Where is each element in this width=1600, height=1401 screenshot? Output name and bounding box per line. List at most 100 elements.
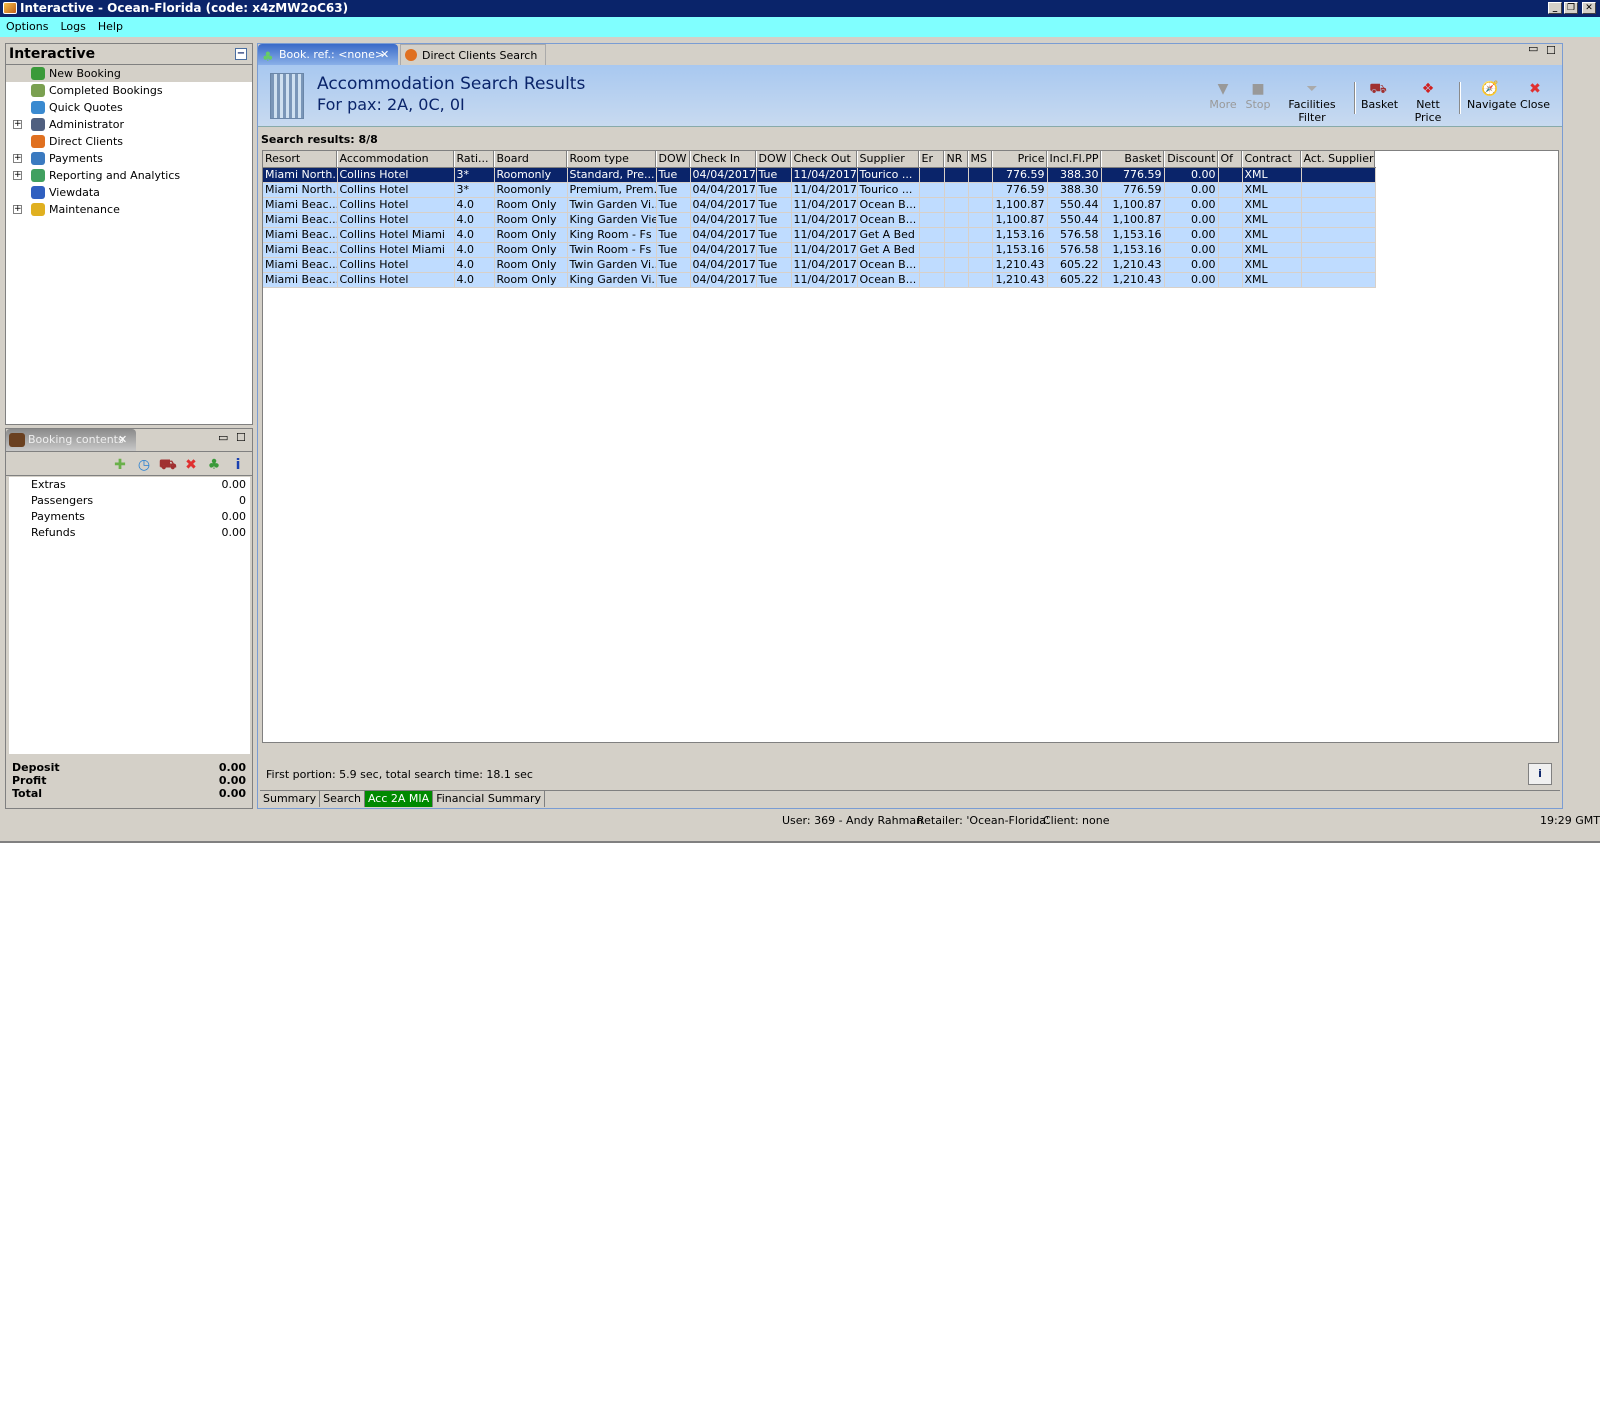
table-cell: Twin Room - Fs xyxy=(567,242,657,258)
column-header[interactable]: Board xyxy=(494,151,568,168)
column-header[interactable]: Price xyxy=(992,151,1048,168)
table-cell: Miami North... xyxy=(263,182,338,198)
nav-item-label: Direct Clients xyxy=(49,135,124,148)
table-cell xyxy=(919,227,945,243)
expand-icon[interactable]: + xyxy=(13,205,22,214)
column-header[interactable]: DOW xyxy=(756,151,792,168)
minimize-panel-icon[interactable]: ▭ xyxy=(218,431,228,444)
column-header[interactable]: Resort xyxy=(263,151,338,168)
delete-icon[interactable]: ✖ xyxy=(183,457,199,473)
column-header[interactable]: NR xyxy=(944,151,969,168)
nav-item-reporting-and-analytics[interactable]: + Reporting and Analytics xyxy=(6,167,252,184)
menu-options[interactable]: Options xyxy=(0,17,54,37)
table-cell: King Room - Fs xyxy=(567,227,657,243)
expand-icon[interactable]: + xyxy=(13,120,22,129)
palm-icon[interactable]: ♣ xyxy=(206,457,222,473)
column-header[interactable]: Rati... xyxy=(454,151,495,168)
table-cell: Collins Hotel xyxy=(337,197,455,213)
table-row[interactable]: Miami Beac... Collins Hotel 4.0 Room Only Ki… xyxy=(263,272,1376,288)
facilities-filter-button[interactable]: ⏷ Facilities Filter xyxy=(1277,80,1347,124)
close-tab-icon[interactable]: ✕ xyxy=(380,44,389,65)
search-results-panel: ♣ Book. ref.: <none> ✕ Direct Clients Se… xyxy=(257,42,1563,809)
bottom-tab-summary[interactable]: Summary xyxy=(260,791,321,807)
table-cell: 1,100.87 xyxy=(992,197,1048,213)
column-header[interactable]: MS xyxy=(968,151,993,168)
navigate-button[interactable]: 🧭 Navigate xyxy=(1467,80,1516,120)
clock-icon[interactable]: ◷ xyxy=(136,457,152,473)
column-header[interactable]: Room type xyxy=(567,151,657,168)
navigation-title: Interactive xyxy=(9,46,96,62)
table-cell: XML xyxy=(1242,242,1302,258)
info-button[interactable]: i xyxy=(1528,763,1552,785)
table-row[interactable]: Miami Beac... Collins Hotel Miami 4.0 Room … xyxy=(263,227,1376,243)
table-row[interactable]: Miami North... Collins Hotel 3* Roomonly Sta… xyxy=(263,167,1376,183)
basket-go-icon[interactable]: ⛟ xyxy=(159,457,177,473)
triangle-down-icon: ▼ xyxy=(1217,81,1229,97)
column-header[interactable]: Accommodation xyxy=(337,151,455,168)
column-header[interactable]: Er xyxy=(919,151,945,168)
nav-item-administrator[interactable]: + Administrator xyxy=(6,116,252,133)
facilities-label: Facilities Filter xyxy=(1288,98,1336,124)
table-row[interactable]: Miami Beac... Collins Hotel 4.0 Room Only Tw… xyxy=(263,197,1376,213)
minimize-panel-icon[interactable]: ▭ xyxy=(1528,42,1538,55)
stop-button[interactable]: ■ Stop xyxy=(1243,80,1273,120)
nav-item-viewdata[interactable]: Viewdata xyxy=(6,184,252,201)
bottom-tab-search[interactable]: Search xyxy=(320,791,365,807)
toolbar-separator xyxy=(1459,82,1461,114)
column-header[interactable]: Of xyxy=(1218,151,1243,168)
column-header[interactable]: Discount xyxy=(1164,151,1219,168)
row-value: 0.00 xyxy=(221,510,247,523)
tab-booking[interactable]: ♣ Book. ref.: <none> ✕ xyxy=(258,44,398,65)
table-row[interactable]: Miami Beac... Collins Hotel 4.0 Room Only Tw… xyxy=(263,257,1376,273)
nav-item-quick-quotes[interactable]: Quick Quotes xyxy=(6,99,252,116)
column-header[interactable]: Incl.Fl.PP xyxy=(1047,151,1102,168)
column-header[interactable]: Check Out xyxy=(791,151,858,168)
basket-button[interactable]: ⛟ Basket xyxy=(1361,80,1398,120)
bottom-tab-acc-2a-mia[interactable]: Acc 2A MIA xyxy=(364,791,434,807)
table-row[interactable]: Miami Beac... Collins Hotel 4.0 Room Only Ki… xyxy=(263,212,1376,228)
table-cell: 1,153.16 xyxy=(1101,227,1165,243)
column-header[interactable]: Contract xyxy=(1242,151,1302,168)
table-cell: XML xyxy=(1242,197,1302,213)
close-button[interactable]: ✖ Close xyxy=(1520,80,1550,120)
table-cell: Collins Hotel xyxy=(337,212,455,228)
info-icon[interactable]: i xyxy=(230,457,246,473)
more-button[interactable]: ▼ More xyxy=(1208,80,1238,120)
maximize-panel-icon[interactable]: ☐ xyxy=(1546,44,1556,57)
table-row[interactable]: Miami North... Collins Hotel 3* Roomonly Pre… xyxy=(263,182,1376,198)
nav-item-label: Viewdata xyxy=(49,186,100,199)
nav-item-label: Administrator xyxy=(49,118,124,131)
booking-contents-panel: Booking contents ✕ ▭ ☐ ✚ ◷ ⛟ ✖ ♣ i Extra… xyxy=(5,428,253,809)
collapse-icon[interactable]: − xyxy=(235,48,247,60)
close-window-button[interactable]: ✕ xyxy=(1582,2,1596,14)
table-row[interactable]: Miami Beac... Collins Hotel Miami 4.0 Room … xyxy=(263,242,1376,258)
nav-item-completed-bookings[interactable]: Completed Bookings xyxy=(6,82,252,99)
nett-price-button[interactable]: ❖ Nett Price xyxy=(1403,80,1453,124)
column-header[interactable]: DOW xyxy=(656,151,691,168)
expand-icon[interactable]: + xyxy=(13,154,22,163)
tab-direct-clients-search[interactable]: Direct Clients Search xyxy=(400,44,546,65)
navigation-panel: Interactive − New Booking Completed Booki… xyxy=(5,43,253,425)
column-header[interactable]: Supplier xyxy=(857,151,920,168)
minimize-button[interactable]: _ xyxy=(1548,2,1562,14)
table-cell: 776.59 xyxy=(1101,182,1165,198)
maximize-panel-icon[interactable]: ☐ xyxy=(236,431,246,444)
nav-item-new-booking[interactable]: New Booking xyxy=(6,65,252,82)
add-icon[interactable]: ✚ xyxy=(112,457,128,473)
close-tab-icon[interactable]: ✕ xyxy=(118,429,127,451)
table-cell: 0.00 xyxy=(1164,272,1219,288)
menu-help[interactable]: Help xyxy=(92,17,129,37)
column-header[interactable]: Act. Supplier xyxy=(1301,151,1376,168)
nav-item-direct-clients[interactable]: Direct Clients xyxy=(6,133,252,150)
nav-item-maintenance[interactable]: + Maintenance xyxy=(6,201,252,218)
nav-item-payments[interactable]: + Payments xyxy=(6,150,252,167)
bottom-tab-financial-summary[interactable]: Financial Summary xyxy=(433,791,546,807)
menu-logs[interactable]: Logs xyxy=(54,17,91,37)
column-header[interactable]: Basket xyxy=(1101,151,1165,168)
payments-icon xyxy=(31,152,45,165)
table-cell: Collins Hotel Miami xyxy=(337,227,455,243)
booking-contents-tab[interactable]: Booking contents ✕ xyxy=(6,429,136,451)
column-header[interactable]: Check In xyxy=(690,151,757,168)
restore-button[interactable]: ❐ xyxy=(1564,2,1578,14)
expand-icon[interactable]: + xyxy=(13,171,22,180)
